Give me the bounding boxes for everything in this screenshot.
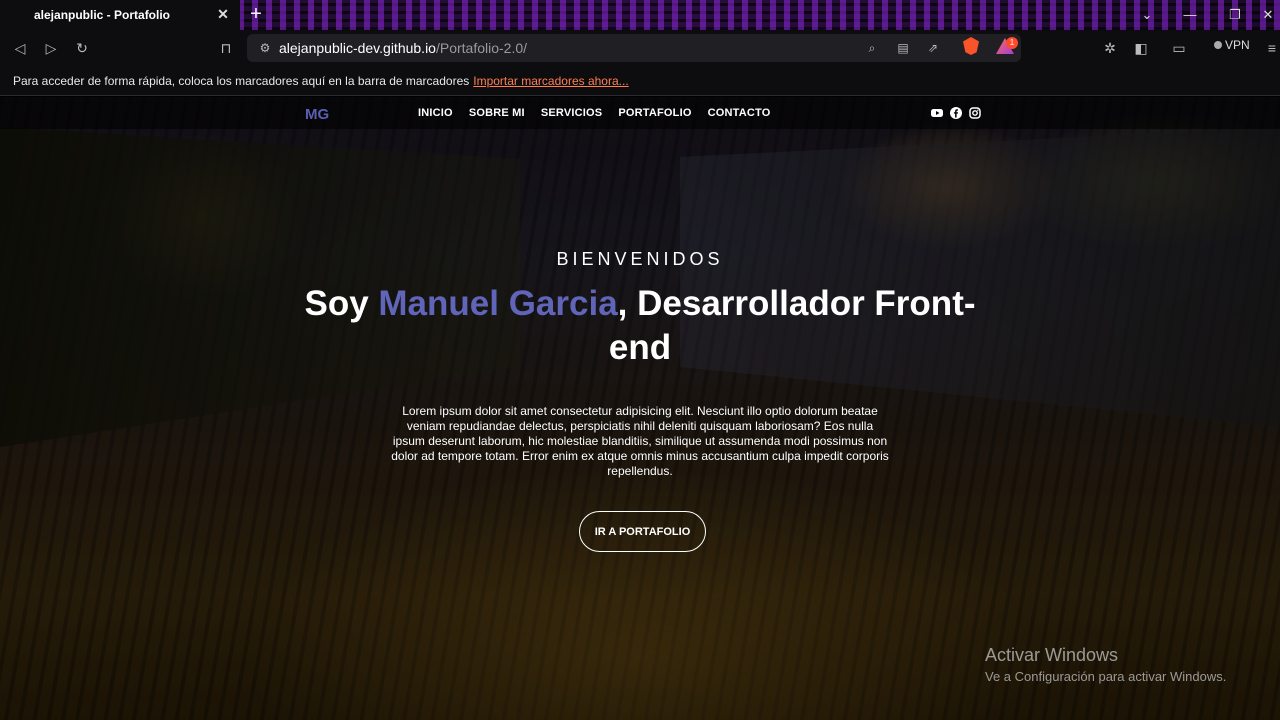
nav-servicios[interactable]: SERVICIOS xyxy=(541,107,603,119)
new-tab-button[interactable]: + xyxy=(246,4,266,24)
nav-portafolio[interactable]: PORTAFOLIO xyxy=(618,107,691,119)
hero-kicker: BIENVENIDOS xyxy=(556,249,724,269)
close-window-button[interactable]: ✕ xyxy=(1258,5,1278,25)
youtube-icon[interactable] xyxy=(931,107,943,119)
menu-icon[interactable]: ≡ xyxy=(1262,38,1280,58)
extensions-icon[interactable]: ✲ xyxy=(1100,38,1120,58)
nav-sobre-mi[interactable]: SOBRE MI xyxy=(469,107,525,119)
vpn-label: VPN xyxy=(1225,38,1250,52)
headline-name: Manuel Garcia xyxy=(378,284,618,323)
reader-mode-icon[interactable]: ▤ xyxy=(895,40,911,56)
browser-toolbar: ◁ ▷ ↻ ⊓ ⚙ alejanpublic-dev.github.io /Po… xyxy=(0,30,1280,66)
nav-inicio[interactable]: INICIO xyxy=(418,107,453,119)
reload-icon[interactable]: ↻ xyxy=(72,38,92,58)
windows-activation-watermark: Activar Windows Ve a Configuración para … xyxy=(985,645,1226,684)
facebook-icon[interactable] xyxy=(950,107,962,119)
social-links xyxy=(931,107,981,119)
forward-arrow-icon[interactable]: ▷ xyxy=(41,38,61,58)
tab-title: alejanpublic - Portafolio xyxy=(34,8,171,22)
site-navbar: MG INICIO SOBRE MI SERVICIOS PORTAFOLIO … xyxy=(0,97,1280,129)
address-bar[interactable]: ⚙ alejanpublic-dev.github.io /Portafolio… xyxy=(247,34,1021,62)
url-host: alejanpublic-dev.github.io xyxy=(279,40,436,56)
bookmarks-bar: Para acceder de forma rápida, coloca los… xyxy=(0,66,1280,96)
hero-paragraph: Lorem ipsum dolor sit amet consectetur a… xyxy=(391,404,889,478)
nav-contacto[interactable]: CONTACTO xyxy=(708,107,771,119)
vpn-status-icon xyxy=(1214,41,1222,49)
page-viewport: MG INICIO SOBRE MI SERVICIOS PORTAFOLIO … xyxy=(0,97,1280,720)
share-icon[interactable]: ⇗ xyxy=(925,40,941,56)
bookmark-icon[interactable]: ⊓ xyxy=(216,38,236,58)
site-menu: INICIO SOBRE MI SERVICIOS PORTAFOLIO CON… xyxy=(418,107,771,119)
sidebar-icon[interactable]: ◧ xyxy=(1131,38,1151,58)
bookmarks-hint: Para acceder de forma rápida, coloca los… xyxy=(13,73,470,88)
wallet-icon[interactable]: ▭ xyxy=(1169,38,1189,58)
tab-search-chevron-icon[interactable]: ⌄ xyxy=(1137,5,1157,25)
zoom-icon[interactable]: ⌕ xyxy=(864,40,880,56)
restore-button[interactable]: ❐ xyxy=(1225,5,1245,25)
tab-close-icon[interactable]: ✕ xyxy=(216,7,230,21)
active-tab[interactable]: alejanpublic - Portafolio ✕ xyxy=(0,0,240,30)
site-logo[interactable]: MG xyxy=(305,106,329,123)
vpn-button[interactable]: VPN xyxy=(1214,38,1250,52)
go-to-portfolio-button[interactable]: IR A PORTAFOLIO xyxy=(579,511,706,552)
back-arrow-icon[interactable]: ◁ xyxy=(10,38,30,58)
minimize-button[interactable]: — xyxy=(1180,5,1200,25)
import-bookmarks-link[interactable]: Importar marcadores ahora... xyxy=(473,74,628,88)
instagram-icon[interactable] xyxy=(969,107,981,119)
headline-prefix: Soy xyxy=(304,284,379,323)
watermark-subtitle: Ve a Configuración para activar Windows. xyxy=(985,669,1227,684)
url-path: /Portafolio-2.0/ xyxy=(435,40,528,56)
headline-suffix: , Desarrollador Front-end xyxy=(608,284,976,367)
watermark-title: Activar Windows xyxy=(985,645,1119,665)
hero-headline: Soy Manuel Garcia, Desarrollador Front-e… xyxy=(280,282,1000,370)
rewards-badge: 1 xyxy=(1006,37,1018,49)
tab-strip: alejanpublic - Portafolio ✕ + ⌄ — ❐ ✕ xyxy=(0,0,1280,30)
site-info-icon[interactable]: ⚙ xyxy=(257,40,273,56)
